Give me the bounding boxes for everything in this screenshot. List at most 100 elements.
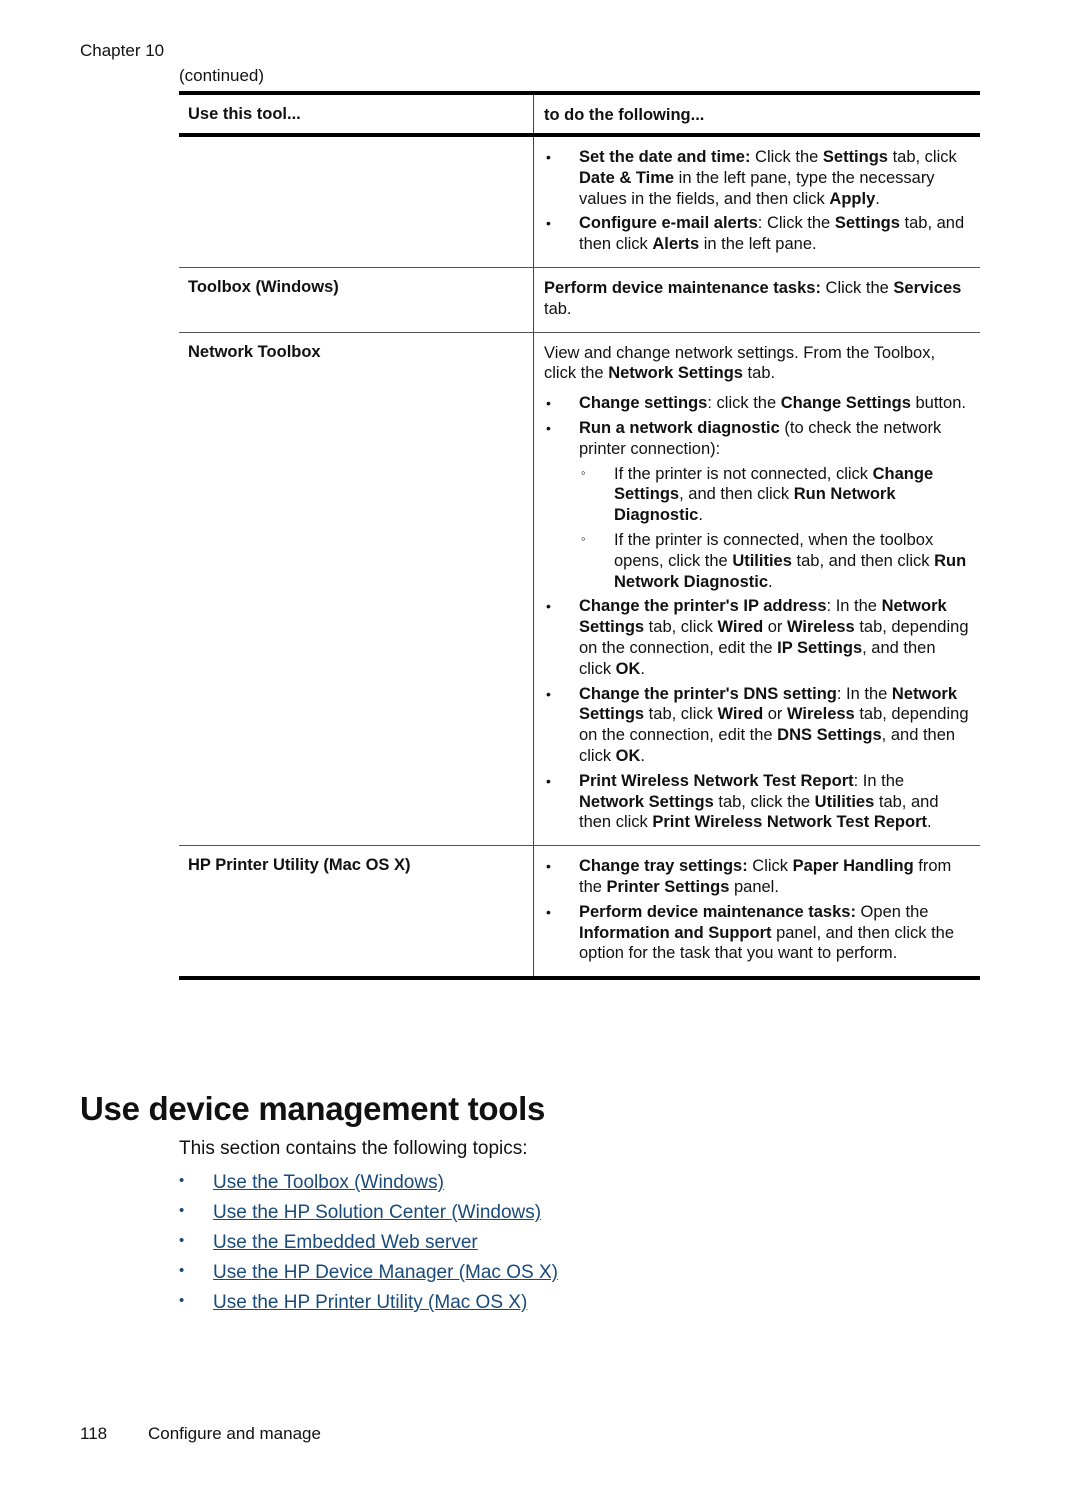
column-header-tool: Use this tool... bbox=[179, 95, 534, 133]
sub-action-item: ◦ If the printer is not connected, click … bbox=[579, 464, 970, 526]
sub-bullet-icon: ◦ bbox=[581, 530, 586, 546]
topic-link[interactable]: Use the HP Printer Utility (Mac OS X) bbox=[213, 1292, 527, 1313]
bullet-icon: • bbox=[546, 685, 551, 702]
bold-text: Change tray settings: bbox=[579, 857, 748, 876]
text: : In the bbox=[853, 771, 905, 790]
bold-text: Wireless bbox=[787, 705, 855, 724]
bullet-icon: • bbox=[546, 772, 551, 789]
bold-text: Change settings bbox=[579, 394, 708, 413]
topic-link[interactable]: Use the Embedded Web server bbox=[213, 1232, 478, 1253]
sub-action-list: ◦ If the printer is not connected, click … bbox=[579, 464, 970, 593]
bullet-icon: • bbox=[179, 1172, 185, 1189]
bold-text: DNS Settings bbox=[777, 726, 882, 745]
action-item: • Change tray settings: Click Paper Handl… bbox=[544, 856, 970, 898]
tool-name: HP Printer Utility (Mac OS X) bbox=[179, 846, 534, 977]
bold-text: Network Settings bbox=[608, 364, 743, 383]
text: : In the bbox=[826, 597, 882, 616]
bold-text: Utilities bbox=[732, 551, 792, 570]
bold-text: Change the printer's DNS setting bbox=[579, 684, 837, 703]
bullet-icon: • bbox=[546, 858, 551, 875]
bold-text: Run a network diagnostic bbox=[579, 418, 780, 437]
action-description: Perform device maintenance tasks: Click … bbox=[544, 278, 970, 320]
continued-label: (continued) bbox=[179, 66, 265, 85]
bold-text: Print Wireless Network Test Report bbox=[579, 771, 854, 790]
topic-link-item: • Use the HP Solution Center (Windows) bbox=[179, 1202, 558, 1232]
table-row: Network Toolbox View and change network s… bbox=[179, 331, 980, 846]
table-row: Toolbox (Windows) Perform device maintena… bbox=[179, 266, 980, 332]
text: , and then click bbox=[679, 485, 794, 504]
bullet-icon: • bbox=[546, 395, 551, 412]
text: . bbox=[768, 572, 773, 591]
bold-text: Perform device maintenance tasks: bbox=[579, 902, 856, 921]
bold-text: Paper Handling bbox=[792, 857, 914, 876]
topic-link[interactable]: Use the HP Solution Center (Windows) bbox=[213, 1202, 541, 1223]
text: . bbox=[640, 746, 646, 765]
bold-text: Configure e-mail alerts bbox=[579, 214, 758, 233]
sub-bullet-icon: ◦ bbox=[581, 464, 586, 480]
action-list: • Set the date and time: Click the Settin… bbox=[544, 147, 970, 255]
action-item: • Run a network diagnostic (to check the … bbox=[544, 418, 970, 592]
action-item: • Change the printer's DNS setting: In th… bbox=[544, 684, 970, 767]
bold-text: IP Settings bbox=[777, 638, 863, 657]
table-row: HP Printer Utility (Mac OS X) • Change tra… bbox=[179, 845, 980, 977]
page-number: 118 bbox=[80, 1424, 108, 1443]
bold-text: OK bbox=[615, 746, 641, 765]
bold-text: OK bbox=[615, 659, 641, 678]
tool-name: Toolbox (Windows) bbox=[179, 267, 534, 332]
text: or bbox=[763, 618, 787, 637]
bold-text: Perform device maintenance tasks: bbox=[544, 278, 821, 297]
bullet-icon: • bbox=[179, 1232, 185, 1249]
action-item: • Print Wireless Network Test Report: In … bbox=[544, 771, 970, 833]
bold-text: Utilities bbox=[814, 792, 875, 811]
text: : Click the bbox=[757, 214, 835, 233]
action-item: • Configure e-mail alerts: Click the Sett… bbox=[544, 213, 970, 255]
bold-text: Wired bbox=[717, 705, 764, 724]
table-header-row: Use this tool... to do the following... bbox=[179, 95, 980, 137]
text: Click bbox=[747, 857, 793, 876]
footer-title: Configure and manage bbox=[148, 1424, 321, 1443]
text: tab, click bbox=[644, 618, 718, 637]
bold-text: Information and Support bbox=[579, 923, 772, 942]
bullet-icon: • bbox=[179, 1262, 185, 1279]
action-item: • Change the printer's IP address: In the… bbox=[544, 596, 970, 679]
bullet-icon: • bbox=[546, 903, 551, 920]
action-description: View and change network settings. From t… bbox=[544, 343, 970, 385]
bold-text: Alerts bbox=[652, 235, 700, 254]
action-item: • Set the date and time: Click the Settin… bbox=[544, 147, 970, 209]
text: tab. bbox=[742, 364, 776, 383]
text: . bbox=[698, 506, 703, 525]
topic-link[interactable]: Use the HP Device Manager (Mac OS X) bbox=[213, 1262, 558, 1283]
action-list: • Change settings: click the Change Setti… bbox=[544, 393, 970, 833]
text: tab, click the bbox=[713, 792, 815, 811]
sub-action-item: ◦ If the printer is connected, when the t… bbox=[579, 530, 970, 592]
topic-link[interactable]: Use the Toolbox (Windows) bbox=[213, 1172, 444, 1193]
bold-text: Wired bbox=[717, 618, 764, 637]
bold-text: Date & Time bbox=[579, 168, 675, 187]
table-row: • Set the date and time: Click the Settin… bbox=[179, 137, 980, 267]
text: . bbox=[640, 659, 646, 678]
bold-text: Apply bbox=[829, 189, 876, 208]
bold-text: Wireless bbox=[787, 618, 855, 637]
text: If the printer is not connected, click bbox=[614, 464, 873, 483]
text: in the left pane. bbox=[699, 235, 817, 254]
text: Click the bbox=[750, 148, 823, 166]
text: tab, click bbox=[887, 148, 957, 166]
topic-link-item: • Use the Embedded Web server bbox=[179, 1232, 558, 1262]
tool-name: Network Toolbox bbox=[179, 332, 534, 846]
bold-text: Change the printer's IP address bbox=[579, 597, 827, 616]
action-item: • Perform device maintenance tasks: Open … bbox=[544, 902, 970, 964]
bold-text: Settings bbox=[834, 214, 900, 233]
text: tab. bbox=[544, 299, 572, 318]
text: tab, click bbox=[644, 705, 718, 724]
bold-text: Print Wireless Network Test Report bbox=[652, 813, 927, 832]
action-item: • Change settings: click the Change Setti… bbox=[544, 393, 970, 414]
bold-text: Settings bbox=[822, 148, 888, 166]
bullet-icon: • bbox=[179, 1292, 185, 1309]
section-heading: Use device management tools bbox=[80, 1090, 546, 1127]
table-body: • Set the date and time: Click the Settin… bbox=[179, 137, 980, 977]
topic-link-item: • Use the Toolbox (Windows) bbox=[179, 1172, 558, 1202]
topic-link-item: • Use the HP Printer Utility (Mac OS X) bbox=[179, 1292, 558, 1322]
text: : In the bbox=[836, 684, 892, 703]
tool-actions: Perform device maintenance tasks: Click … bbox=[534, 268, 980, 332]
chapter-label: Chapter 10 bbox=[80, 41, 165, 60]
